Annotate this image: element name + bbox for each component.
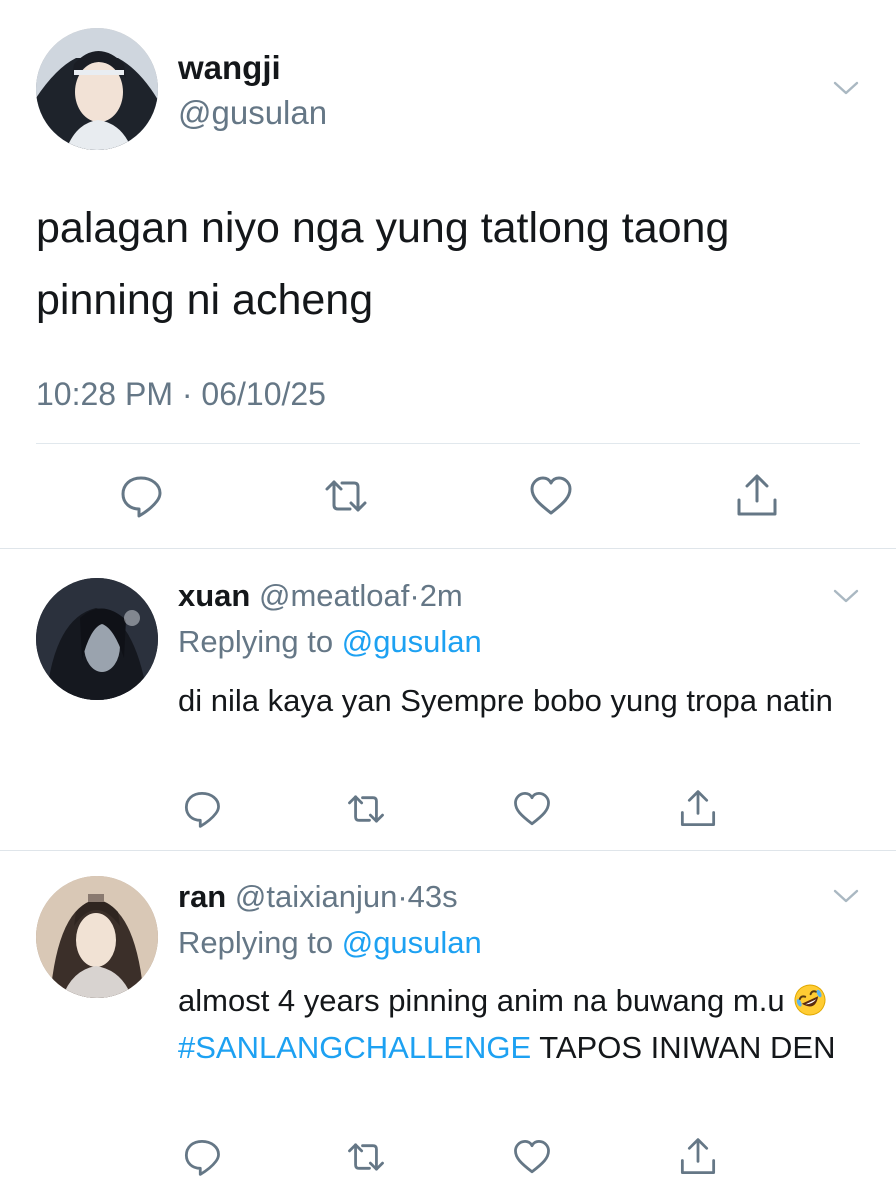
mention-link[interactable]: @gusulan (342, 925, 482, 960)
tweet-text-part: TAPOS INIWAN DEN (539, 1030, 836, 1065)
replying-to: Replying to @gusulan (178, 622, 482, 662)
chevron-down-icon[interactable] (832, 882, 860, 910)
user-handle[interactable]: @meatloaf (259, 578, 409, 613)
divider (0, 850, 896, 851)
tweet-time: 43s (407, 879, 458, 914)
profile-photo-icon (36, 28, 158, 150)
tweet-timestamp: 10:28 PM · 06/10/25 (36, 376, 326, 412)
rolling-on-floor-laughing-icon (793, 983, 827, 1017)
tweet-text: palagan niyo nga yung tatlong taong pinn… (36, 204, 730, 324)
retweet-icon[interactable] (323, 473, 369, 519)
chevron-down-icon[interactable] (832, 582, 860, 610)
time-separator: · (409, 578, 420, 613)
replying-to: Replying to @gusulan (178, 923, 482, 963)
display-name[interactable]: wangji (178, 48, 281, 88)
mention-link[interactable]: @gusulan (342, 624, 482, 659)
tweet-time: 2m (419, 578, 463, 613)
avatar[interactable] (36, 876, 158, 998)
tweet-text: di nila kaya yan Syempre bobo yung tropa… (178, 683, 833, 718)
divider (36, 443, 860, 444)
display-name[interactable]: ran (178, 879, 226, 914)
user-handle[interactable]: @taixianjun (235, 879, 397, 914)
share-icon[interactable] (678, 789, 718, 829)
share-icon[interactable] (678, 1137, 718, 1177)
share-icon[interactable] (734, 473, 780, 519)
profile-photo-icon (36, 876, 158, 998)
avatar[interactable] (36, 28, 158, 150)
display-name[interactable]: xuan (178, 578, 250, 613)
profile-photo-icon (36, 578, 158, 700)
time-separator: · (397, 879, 408, 914)
user-handle[interactable]: @gusulan (178, 93, 327, 133)
like-icon[interactable] (528, 473, 574, 519)
tweet-text-part: almost 4 years pinning anim na buwang m.… (178, 983, 785, 1018)
hashtag-link[interactable]: #SANLANGCHALLENGE (178, 1030, 531, 1065)
avatar[interactable] (36, 578, 158, 700)
reply-icon[interactable] (182, 789, 222, 829)
divider (0, 548, 896, 549)
replying-to-label: Replying to (178, 925, 334, 960)
reply-icon[interactable] (118, 473, 164, 519)
retweet-icon[interactable] (346, 789, 386, 829)
retweet-icon[interactable] (346, 1137, 386, 1177)
like-icon[interactable] (512, 789, 552, 829)
reply-icon[interactable] (182, 1137, 222, 1177)
replying-to-label: Replying to (178, 624, 334, 659)
chevron-down-icon[interactable] (832, 74, 860, 102)
like-icon[interactable] (512, 1137, 552, 1177)
tweet-text: almost 4 years pinning anim na buwang m.… (178, 977, 868, 1071)
